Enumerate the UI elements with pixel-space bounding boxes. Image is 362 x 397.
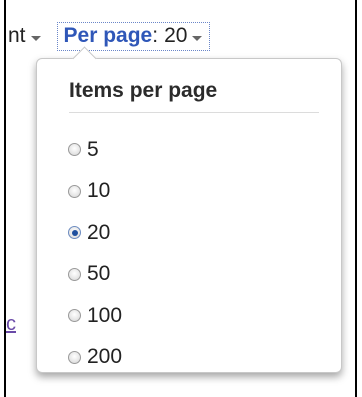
per-page-label: Per page — [63, 24, 153, 47]
per-page-options: 5 10 20 50 100 200 — [68, 129, 122, 378]
items-per-page-popup: Items per page 5 10 20 50 100 200 — [36, 46, 342, 373]
sort-dropdown[interactable]: nt — [8, 24, 41, 48]
radio-icon[interactable] — [68, 309, 81, 323]
radio-icon[interactable] — [68, 184, 81, 198]
option-label: 20 — [87, 220, 111, 244]
radio-icon[interactable] — [68, 143, 81, 157]
option-label: 10 — [87, 179, 111, 203]
popup-title: Items per page — [69, 79, 319, 113]
option-5[interactable]: 5 — [68, 129, 122, 171]
background-link[interactable]: c — [6, 313, 16, 336]
window-frame-right — [355, 0, 357, 397]
chevron-down-icon — [30, 35, 41, 41]
option-20[interactable]: 20 — [68, 212, 122, 254]
radio-icon[interactable] — [68, 226, 81, 240]
per-page-value: 20 — [164, 24, 188, 47]
option-label: 5 — [87, 137, 99, 161]
option-label: 200 — [87, 345, 123, 369]
chevron-down-icon — [192, 35, 203, 41]
radio-icon[interactable] — [68, 267, 81, 281]
option-10[interactable]: 10 — [68, 171, 122, 213]
per-page-colon: : — [152, 24, 159, 47]
window-frame-left — [4, 0, 6, 397]
sort-label: nt — [8, 24, 26, 47]
option-200[interactable]: 200 — [68, 337, 122, 379]
option-100[interactable]: 100 — [68, 295, 122, 337]
option-label: 50 — [87, 262, 111, 286]
option-label: 100 — [87, 303, 123, 327]
radio-icon[interactable] — [68, 350, 81, 364]
per-page-dropdown[interactable]: Per page : 20 — [56, 21, 211, 51]
toolbar: nt Per page : 20 — [8, 21, 211, 51]
option-50[interactable]: 50 — [68, 254, 122, 296]
